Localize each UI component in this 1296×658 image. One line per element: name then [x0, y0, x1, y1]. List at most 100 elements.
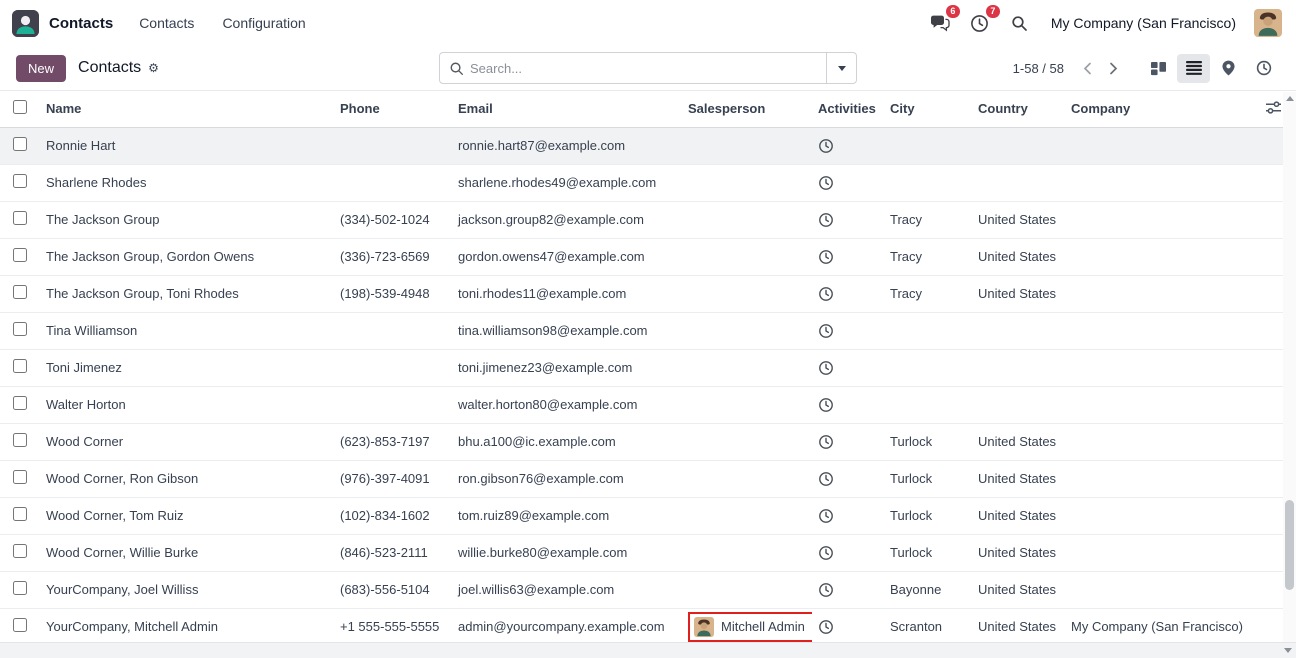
list-view-button[interactable] — [1177, 54, 1210, 83]
row-checkbox[interactable] — [13, 137, 27, 151]
contact-name: Toni Jimenez — [40, 349, 334, 386]
row-checkbox[interactable] — [13, 248, 27, 262]
activity-clock-icon[interactable] — [818, 545, 834, 561]
table-row[interactable]: Walter Hortonwalter.horton80@example.com — [0, 386, 1296, 423]
pager-previous-button[interactable] — [1074, 55, 1100, 81]
table-row[interactable]: Sharlene Rhodessharlene.rhodes49@example… — [0, 164, 1296, 201]
column-header-activities[interactable]: Activities — [812, 91, 884, 127]
row-checkbox[interactable] — [13, 433, 27, 447]
table-row[interactable]: Ronnie Hartronnie.hart87@example.com — [0, 127, 1296, 164]
table-row[interactable]: YourCompany, Mitchell Admin+1 555-555-55… — [0, 608, 1296, 645]
global-search-icon[interactable] — [1009, 12, 1031, 34]
contact-company: My Company (San Francisco) — [1065, 608, 1250, 645]
contact-salesperson — [682, 423, 812, 460]
activity-clock-icon[interactable] — [818, 471, 834, 487]
search-dropdown-toggle[interactable] — [826, 53, 856, 83]
activity-clock-icon[interactable] — [818, 212, 834, 228]
column-header-phone[interactable]: Phone — [334, 91, 452, 127]
contact-email: ronnie.hart87@example.com — [452, 127, 682, 164]
activity-clock-icon[interactable] — [818, 582, 834, 598]
table-row[interactable]: Wood Corner, Willie Burke(846)-523-2111w… — [0, 534, 1296, 571]
row-checkbox[interactable] — [13, 581, 27, 595]
activity-clock-icon[interactable] — [818, 249, 834, 265]
contact-city: Scranton — [884, 608, 972, 645]
column-header-name[interactable]: Name — [40, 91, 334, 127]
optional-columns-toggle-icon[interactable] — [1265, 103, 1282, 118]
activity-clock-icon[interactable] — [818, 397, 834, 413]
activity-clock-icon[interactable] — [818, 286, 834, 302]
kanban-view-button[interactable] — [1142, 54, 1175, 83]
row-checkbox-cell — [0, 312, 40, 349]
contact-rows: Ronnie Hartronnie.hart87@example.comShar… — [0, 127, 1296, 645]
table-row[interactable]: The Jackson Group(334)-502-1024jackson.g… — [0, 201, 1296, 238]
activity-clock-icon[interactable] — [818, 360, 834, 376]
row-checkbox[interactable] — [13, 174, 27, 188]
contact-activities — [812, 164, 884, 201]
contact-city: Tracy — [884, 201, 972, 238]
contact-activities — [812, 127, 884, 164]
activities-icon[interactable]: 7 — [969, 12, 991, 34]
contact-activities — [812, 534, 884, 571]
activity-clock-icon[interactable] — [818, 508, 834, 524]
contact-email: sharlene.rhodes49@example.com — [452, 164, 682, 201]
activity-clock-icon[interactable] — [818, 619, 834, 635]
row-checkbox[interactable] — [13, 285, 27, 299]
activity-clock-icon[interactable] — [818, 138, 834, 154]
menu-contacts[interactable]: Contacts — [139, 15, 194, 31]
contact-activities — [812, 423, 884, 460]
salesperson-tag[interactable]: Mitchell Admin — [688, 612, 812, 642]
contact-phone: (336)-723-6569 — [334, 238, 452, 275]
row-checkbox[interactable] — [13, 211, 27, 225]
search-input[interactable] — [470, 61, 826, 76]
pager-next-button[interactable] — [1100, 55, 1126, 81]
table-row[interactable]: Tina Williamsontina.williamson98@example… — [0, 312, 1296, 349]
vertical-scrollbar[interactable] — [1283, 92, 1296, 642]
row-checkbox[interactable] — [13, 470, 27, 484]
contact-email: toni.jimenez23@example.com — [452, 349, 682, 386]
scroll-up-arrow-icon[interactable] — [1286, 96, 1294, 101]
column-header-email[interactable]: Email — [452, 91, 682, 127]
row-checkbox-cell — [0, 238, 40, 275]
table-row[interactable]: Wood Corner, Ron Gibson(976)-397-4091ron… — [0, 460, 1296, 497]
search-icon — [449, 61, 464, 76]
contact-city: Tracy — [884, 238, 972, 275]
table-row[interactable]: The Jackson Group, Gordon Owens(336)-723… — [0, 238, 1296, 275]
vertical-scrollbar-thumb[interactable] — [1285, 500, 1294, 590]
row-checkbox[interactable] — [13, 618, 27, 632]
table-row[interactable]: The Jackson Group, Toni Rhodes(198)-539-… — [0, 275, 1296, 312]
menu-configuration[interactable]: Configuration — [222, 15, 305, 31]
column-header-country[interactable]: Country — [972, 91, 1065, 127]
column-header-company[interactable]: Company — [1065, 91, 1250, 127]
map-view-button[interactable] — [1212, 54, 1245, 83]
contact-phone: +1 555-555-5555 — [334, 608, 452, 645]
select-all-cell — [0, 91, 40, 127]
table-row[interactable]: Wood Corner, Tom Ruiz(102)-834-1602tom.r… — [0, 497, 1296, 534]
new-button[interactable]: New — [16, 55, 66, 82]
column-header-salesperson[interactable]: Salesperson — [682, 91, 812, 127]
contact-activities — [812, 201, 884, 238]
row-checkbox[interactable] — [13, 507, 27, 521]
row-checkbox[interactable] — [13, 322, 27, 336]
activity-view-button[interactable] — [1247, 54, 1280, 83]
activity-clock-icon[interactable] — [818, 434, 834, 450]
contact-name: Tina Williamson — [40, 312, 334, 349]
table-row[interactable]: Wood Corner(623)-853-7197bhu.a100@ic.exa… — [0, 423, 1296, 460]
user-avatar[interactable] — [1254, 9, 1282, 37]
search-bar — [439, 52, 857, 84]
column-header-city[interactable]: City — [884, 91, 972, 127]
horizontal-scrollbar[interactable] — [0, 642, 1296, 658]
contacts-app-icon[interactable] — [12, 10, 39, 37]
contact-company — [1065, 201, 1250, 238]
table-row[interactable]: Toni Jimenez toni.jimenez23@example.com — [0, 349, 1296, 386]
table-row[interactable]: YourCompany, Joel Williss(683)-556-5104j… — [0, 571, 1296, 608]
company-switcher[interactable]: My Company (San Francisco) — [1051, 15, 1236, 31]
activity-clock-icon[interactable] — [818, 175, 834, 191]
row-checkbox[interactable] — [13, 359, 27, 373]
row-checkbox[interactable] — [13, 396, 27, 410]
row-checkbox[interactable] — [13, 544, 27, 558]
scroll-down-arrow-icon[interactable] — [1284, 648, 1292, 653]
select-all-checkbox[interactable] — [13, 100, 27, 114]
messages-icon[interactable]: 6 — [929, 12, 951, 34]
action-gear-icon[interactable]: ⚙ — [148, 62, 159, 74]
activity-clock-icon[interactable] — [818, 323, 834, 339]
